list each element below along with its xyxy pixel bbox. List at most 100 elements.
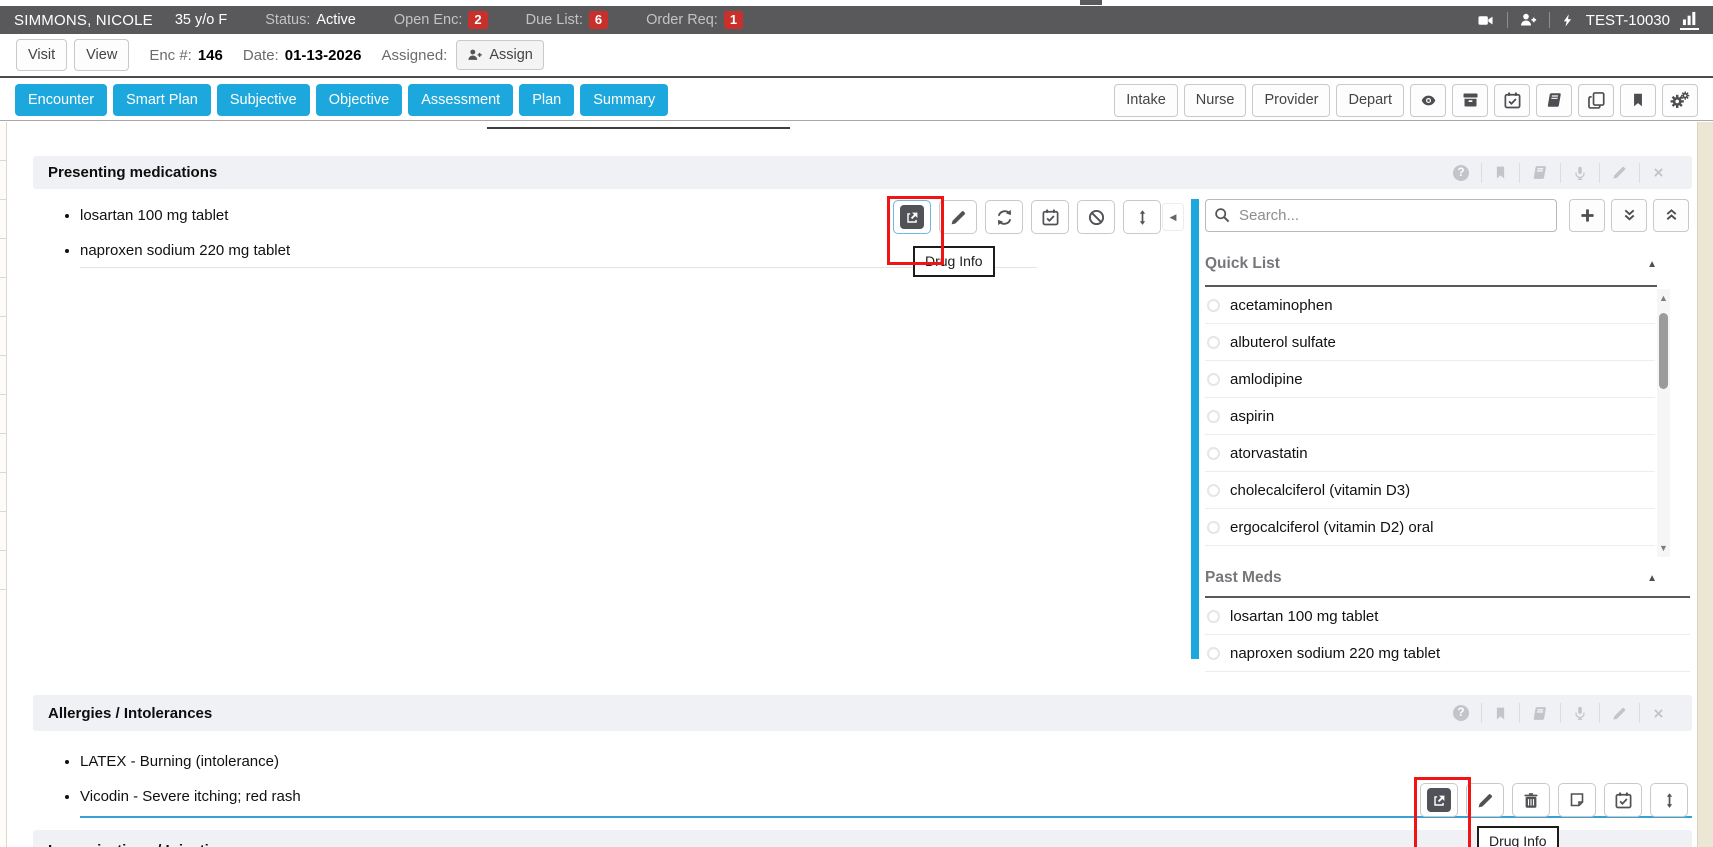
tab-plan[interactable]: Plan (519, 84, 574, 116)
status-value: Active (316, 12, 356, 28)
right-edge-strip[interactable] (1697, 122, 1713, 847)
list-item-label: cholecalciferol (vitamin D3) (1230, 482, 1410, 499)
allergy-item[interactable]: LATEX - Burning (intolerance) (80, 751, 301, 772)
list-item-naproxen-sodium-220-mg-tablet[interactable]: naproxen sodium 220 mg tablet (1205, 635, 1690, 672)
tab-subjective[interactable]: Subjective (217, 84, 310, 116)
bookmark-icon[interactable] (1481, 163, 1519, 183)
depart-button[interactable]: Depart (1336, 84, 1404, 117)
section-header-icons: ? (1441, 695, 1677, 731)
calendar-check-button[interactable] (1604, 783, 1642, 817)
lightning-icon[interactable] (1561, 12, 1574, 29)
quick-list-title: Quick List (1205, 255, 1280, 273)
reorder-button[interactable] (1650, 783, 1688, 817)
collapse-up-icon[interactable]: ▲ (1647, 573, 1657, 584)
delete-button[interactable] (1512, 783, 1550, 817)
ban-icon (1088, 209, 1105, 226)
list-item-amlodipine[interactable]: amlodipine (1205, 361, 1655, 398)
archive-button[interactable] (1452, 84, 1488, 117)
list-item-atorvastatin[interactable]: atorvastatin (1205, 435, 1655, 472)
patient-summary: SIMMONS, NICOLE 35 y/o F Status: Active … (14, 11, 743, 29)
add-user-icon (467, 48, 483, 62)
intake-button[interactable]: Intake (1114, 84, 1178, 117)
tab-encounter[interactable]: Encounter (15, 84, 107, 116)
list-item-albuterol-sulfate[interactable]: albuterol sulfate (1205, 324, 1655, 361)
sticky-note-icon (1569, 792, 1585, 808)
bookmark-icon[interactable] (1481, 703, 1519, 723)
order-req-badge[interactable]: 1 (724, 11, 743, 29)
radio-circle-icon (1207, 610, 1220, 623)
book-icon[interactable] (1519, 703, 1560, 723)
medication-item[interactable]: naproxen sodium 220 mg tablet (80, 240, 290, 261)
section-header-medications: Presenting medications ? (33, 156, 1692, 189)
note-button[interactable] (1558, 783, 1596, 817)
bookmark-button[interactable] (1620, 84, 1656, 117)
calendar-check-icon (1042, 209, 1059, 226)
quick-list-header[interactable]: Quick List ▲ (1205, 255, 1657, 273)
arrows-vertical-icon (1135, 209, 1150, 226)
past-meds-header[interactable]: Past Meds ▲ (1205, 569, 1657, 587)
close-icon[interactable] (1639, 163, 1677, 183)
nurse-button[interactable]: Nurse (1184, 84, 1247, 117)
help-icon[interactable]: ? (1441, 703, 1481, 723)
collapse-up-icon[interactable]: ▲ (1647, 259, 1657, 270)
reorder-button[interactable] (1123, 200, 1161, 234)
pencil-icon (1477, 792, 1494, 809)
visit-button[interactable]: Visit (16, 39, 67, 72)
panel-collapse-button[interactable]: ◀ (1162, 203, 1184, 231)
copy-button[interactable] (1578, 84, 1614, 117)
left-edge-strip (0, 122, 7, 847)
list-item-ergocalciferol-vitamin-d2-oral[interactable]: ergocalciferol (vitamin D2) oral (1205, 509, 1655, 546)
bar-chart-icon[interactable] (1680, 11, 1699, 30)
expand-all-button[interactable] (1611, 199, 1647, 232)
video-camera-icon[interactable] (1475, 13, 1496, 28)
date-label: Date: (243, 47, 279, 64)
pencil-icon[interactable] (1599, 163, 1639, 183)
open-enc-badge[interactable]: 2 (468, 11, 487, 29)
discontinue-button[interactable] (1077, 200, 1115, 234)
header-actions: TEST-10030 (1475, 11, 1699, 30)
settings-button[interactable] (1662, 84, 1698, 117)
gears-icon (1670, 91, 1690, 109)
add-medication-button[interactable] (1569, 199, 1605, 232)
calendar-check-button[interactable] (1031, 200, 1069, 234)
calendar-check-button[interactable] (1494, 84, 1530, 117)
allergies-list: LATEX - Burning (intolerance) Vicodin - S… (60, 751, 301, 821)
view-button[interactable]: View (74, 39, 129, 72)
journal-button[interactable] (1536, 84, 1572, 117)
help-icon[interactable]: ? (1441, 163, 1481, 183)
collapse-all-button[interactable] (1653, 199, 1689, 232)
provider-button[interactable]: Provider (1252, 84, 1330, 117)
eye-button[interactable] (1410, 84, 1446, 117)
list-item-label: ergocalciferol (vitamin D2) oral (1230, 519, 1433, 536)
microphone-icon[interactable] (1560, 703, 1599, 723)
row-divider (80, 267, 1037, 268)
tab-objective[interactable]: Objective (316, 84, 402, 116)
scroll-up-icon[interactable]: ▲ (1657, 292, 1670, 304)
scrollbar-thumb[interactable] (1659, 313, 1668, 389)
tab-smart-plan[interactable]: Smart Plan (113, 84, 211, 116)
list-item-losartan-100-mg-tablet[interactable]: losartan 100 mg tablet (1205, 598, 1690, 635)
close-icon[interactable] (1639, 703, 1677, 723)
assign-button[interactable]: Assign (456, 40, 544, 71)
medication-item[interactable]: losartan 100 mg tablet (80, 205, 290, 226)
scroll-down-icon[interactable]: ▼ (1657, 542, 1670, 554)
refresh-button[interactable] (985, 200, 1023, 234)
pencil-icon[interactable] (1599, 703, 1639, 723)
list-item-acetaminophen[interactable]: acetaminophen (1205, 287, 1655, 324)
edit-button[interactable] (939, 200, 977, 234)
tab-summary[interactable]: Summary (580, 84, 668, 116)
due-list-badge[interactable]: 6 (589, 11, 608, 29)
stage-buttons: IntakeNurseProviderDepart (1114, 84, 1404, 117)
microphone-icon[interactable] (1560, 163, 1599, 183)
allergy-item[interactable]: Vicodin - Severe itching; red rash (80, 786, 301, 807)
tab-assessment[interactable]: Assessment (408, 84, 513, 116)
edit-button[interactable] (1466, 783, 1504, 817)
list-item-cholecalciferol-vitamin-d3[interactable]: cholecalciferol (vitamin D3) (1205, 472, 1655, 509)
radio-circle-icon (1207, 521, 1220, 534)
add-user-icon[interactable] (1519, 12, 1538, 28)
search-input[interactable] (1205, 199, 1557, 232)
list-item-aspirin[interactable]: aspirin (1205, 398, 1655, 435)
section-header-icons: ? (1441, 156, 1677, 189)
book-icon[interactable] (1519, 163, 1560, 183)
quick-list-scrollbar[interactable]: ▲ ▼ (1657, 289, 1670, 557)
